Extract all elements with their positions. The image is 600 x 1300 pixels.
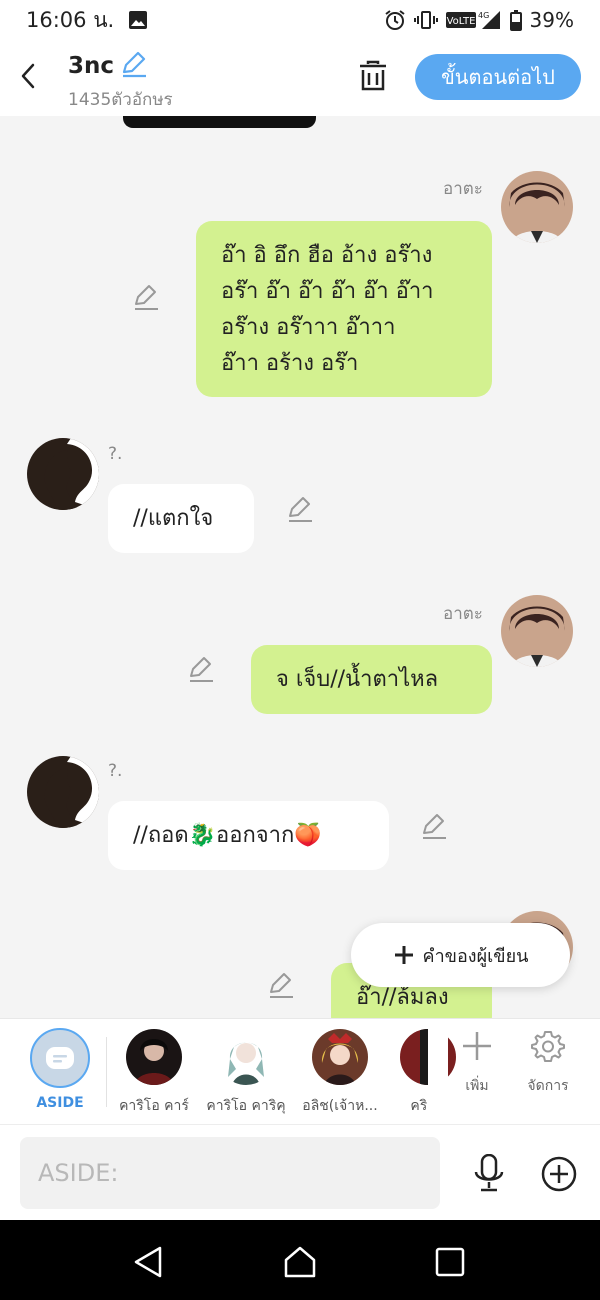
writer-note-button[interactable]: คำของผู้เขียน bbox=[351, 923, 570, 987]
message-line: อ๊า อิ อึก ฮือ อ้าง อร๊าง bbox=[221, 243, 433, 268]
nav-home-button[interactable] bbox=[280, 1242, 320, 1282]
edit-message-icon[interactable] bbox=[420, 813, 448, 841]
nav-back-button[interactable] bbox=[128, 1242, 168, 1282]
character-item[interactable]: คาริโอ คาริคุ bbox=[201, 1029, 291, 1117]
recents-icon bbox=[435, 1247, 465, 1277]
message-line: อร๊าง อร๊าาา อ๊าาา bbox=[221, 315, 396, 340]
character-avatar bbox=[312, 1029, 368, 1085]
chat-area[interactable]: อาตะ อ๊า อิ อึก ฮือ อ้าง อร๊าง อร๊า อ๊า … bbox=[0, 116, 600, 1018]
input-bar bbox=[0, 1124, 600, 1220]
manage-label: จัดการ bbox=[527, 1078, 569, 1094]
battery-level: 39% bbox=[529, 8, 574, 32]
nav-recents-button[interactable] bbox=[430, 1242, 470, 1282]
aside-input[interactable] bbox=[20, 1137, 440, 1209]
volte-icon: VoLTE 4G bbox=[445, 9, 502, 31]
home-icon bbox=[284, 1246, 316, 1278]
message-bubble[interactable]: //แตกใจ bbox=[108, 484, 254, 553]
manage-characters-button[interactable]: จัดการ bbox=[518, 1029, 578, 1097]
header: 3nc 1435ตัวอักษร ขั้นตอนต่อไป bbox=[0, 40, 600, 116]
character-name: คาริโอ คาริคุ bbox=[206, 1098, 286, 1114]
character-count: 1435ตัวอักษร bbox=[68, 90, 173, 110]
character-bar: ASIDE คาริโอ คาร์ คาริโอ คาริคุ อลิช(เจ้… bbox=[0, 1018, 600, 1124]
status-time: 16:06 น. bbox=[26, 7, 115, 32]
edit-message-icon[interactable] bbox=[286, 496, 314, 524]
delete-button[interactable] bbox=[356, 58, 390, 94]
edit-message-icon[interactable] bbox=[187, 656, 215, 684]
divider bbox=[106, 1037, 107, 1107]
message-line: อ๊าา อร้าง อร๊า bbox=[221, 351, 359, 376]
character-avatar bbox=[218, 1029, 274, 1085]
sender-name: อาตะ bbox=[443, 179, 483, 199]
aside-icon bbox=[46, 1047, 74, 1069]
message-line: //ถอด🐉ออกจาก🍑 bbox=[133, 823, 322, 848]
back-button[interactable] bbox=[14, 56, 42, 96]
writer-note-label: คำของผู้เขียน bbox=[422, 945, 529, 967]
aside-character-button[interactable] bbox=[30, 1028, 90, 1088]
gallery-icon bbox=[128, 10, 148, 30]
back-triangle-icon bbox=[134, 1246, 162, 1278]
avatar-unknown[interactable] bbox=[27, 756, 99, 828]
edit-title-icon[interactable] bbox=[120, 50, 148, 82]
voice-input-button[interactable] bbox=[470, 1153, 508, 1193]
sender-name: ?. bbox=[108, 444, 123, 464]
add-character-button[interactable]: เพิ่ม bbox=[447, 1029, 507, 1097]
system-nav-bar bbox=[0, 1220, 600, 1300]
sender-name: อาตะ bbox=[443, 604, 483, 624]
edit-message-icon[interactable] bbox=[132, 284, 160, 312]
character-name: คาริโอ คาร์ bbox=[119, 1098, 189, 1114]
story-title: 3nc bbox=[68, 53, 115, 79]
character-item[interactable]: คาริโอ คาร์ bbox=[109, 1029, 199, 1117]
plus-icon bbox=[394, 946, 413, 964]
edit-message-icon[interactable] bbox=[267, 972, 295, 1000]
message-bubble[interactable]: จ เจ็บ//น้ำตาไหล bbox=[251, 645, 492, 714]
aside-label: ASIDE bbox=[36, 1095, 84, 1111]
gear-icon bbox=[531, 1031, 565, 1062]
title-block: 3nc 1435ตัวอักษร bbox=[68, 50, 173, 113]
message-line: //แตกใจ bbox=[133, 506, 214, 531]
next-step-button[interactable]: ขั้นตอนต่อไป bbox=[415, 54, 581, 100]
microphone-icon bbox=[474, 1154, 504, 1192]
message-bubble[interactable]: //ถอด🐉ออกจาก🍑 bbox=[108, 801, 389, 870]
avatar-ata[interactable] bbox=[501, 171, 573, 243]
alarm-icon bbox=[384, 9, 406, 31]
plus-circle-icon bbox=[541, 1156, 577, 1192]
sender-name: ?. bbox=[108, 761, 123, 781]
volte-text: VoLTE bbox=[446, 16, 475, 27]
add-attachment-button[interactable] bbox=[540, 1155, 578, 1193]
net-gen-text: 4G bbox=[478, 11, 489, 20]
avatar-ata[interactable] bbox=[501, 595, 573, 667]
message-line: อร๊า อ๊า อ๊า อ๊า อ๊า อ๊าา bbox=[221, 279, 434, 304]
avatar-unknown[interactable] bbox=[27, 438, 99, 510]
message-line: จ เจ็บ//น้ำตาไหล bbox=[276, 667, 439, 692]
list-edge bbox=[428, 1019, 448, 1123]
character-name: อลิช(เจ้าห... bbox=[302, 1098, 378, 1114]
plus-icon bbox=[463, 1032, 491, 1060]
status-bar: 16:06 น. VoLTE 4G 39% bbox=[0, 0, 600, 40]
trash-icon bbox=[360, 60, 386, 91]
vibrate-icon bbox=[413, 9, 438, 31]
chevron-left-icon bbox=[21, 63, 35, 89]
add-label: เพิ่ม bbox=[465, 1078, 489, 1094]
character-avatar bbox=[126, 1029, 182, 1085]
message-bubble[interactable]: อ๊า อิ อึก ฮือ อ้าง อร๊าง อร๊า อ๊า อ๊า อ… bbox=[196, 221, 492, 397]
character-item[interactable]: อลิช(เจ้าห... bbox=[295, 1029, 385, 1117]
previous-message-edge bbox=[123, 116, 316, 128]
battery-icon bbox=[509, 9, 522, 31]
